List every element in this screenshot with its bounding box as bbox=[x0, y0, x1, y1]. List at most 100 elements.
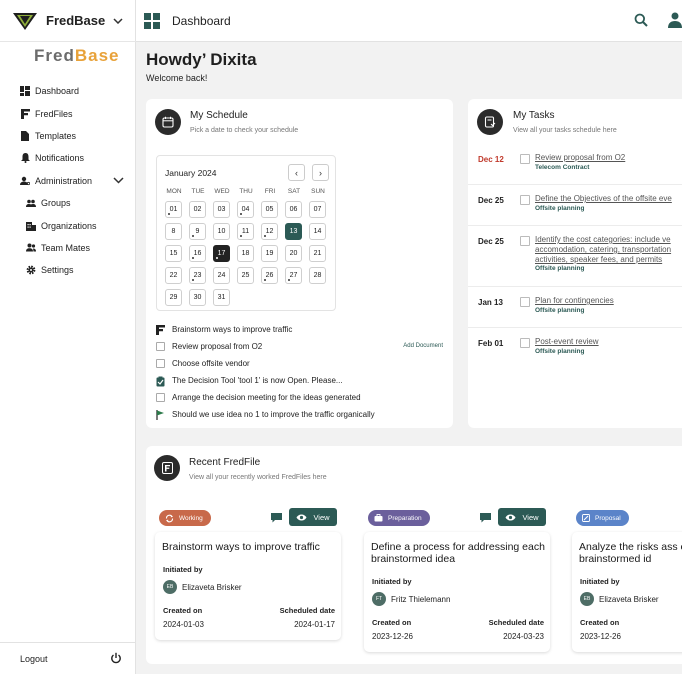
calendar-day[interactable]: 26 bbox=[261, 267, 278, 284]
checkbox[interactable] bbox=[156, 359, 165, 368]
sidebar-item-groups[interactable]: Groups bbox=[0, 192, 136, 214]
calendar-day-label: 07 bbox=[313, 206, 322, 213]
calendar-day[interactable]: 23 bbox=[189, 267, 206, 284]
calendar-next-button[interactable]: › bbox=[312, 164, 329, 181]
schedule-item[interactable]: Brainstorm ways to improve traffic bbox=[156, 322, 446, 337]
status-badge-label: Working bbox=[179, 514, 203, 522]
calendar-day[interactable]: 14 bbox=[309, 223, 326, 240]
sidebar-item-organizations[interactable]: Organizations bbox=[0, 214, 136, 236]
sidebar-item-dashboard[interactable]: Dashboard bbox=[0, 80, 136, 102]
calendar-day[interactable]: 13 bbox=[285, 223, 302, 240]
sidebar-item-team-mates[interactable]: Team Mates bbox=[0, 237, 136, 259]
initiator-name: Fritz Thielemann bbox=[391, 595, 451, 604]
checkbox[interactable] bbox=[156, 393, 165, 402]
comment-icon[interactable] bbox=[480, 513, 491, 523]
power-icon[interactable] bbox=[110, 652, 122, 664]
calendar-prev-button[interactable]: ‹ bbox=[288, 164, 305, 181]
view-button[interactable]: View bbox=[498, 508, 546, 526]
task-title[interactable]: Plan for contingencies bbox=[535, 296, 682, 306]
calendar-day-label: 30 bbox=[193, 294, 202, 301]
task-row[interactable]: Dec 25 Define the Objectives of the offsi… bbox=[468, 190, 682, 226]
calendar-day[interactable]: 06 bbox=[285, 201, 302, 218]
task-checkbox[interactable] bbox=[520, 297, 530, 307]
schedule-item[interactable]: The Decision Tool 'tool 1' is now Open. … bbox=[156, 373, 446, 388]
fredfile-card[interactable]: Preparation View Define a process for addr… bbox=[364, 486, 550, 652]
task-title[interactable]: Define the Objectives of the offsite eve bbox=[535, 194, 682, 204]
event-dot bbox=[240, 235, 242, 237]
task-date: Dec 25 bbox=[478, 196, 504, 205]
calendar-day[interactable]: 18 bbox=[237, 245, 254, 262]
schedule-item[interactable]: Should we use idea no 1 to improve the t… bbox=[156, 407, 446, 422]
fredfile-title[interactable]: Brainstorm ways to improve traffic bbox=[162, 541, 342, 553]
calendar-weekday: SAT bbox=[287, 188, 301, 195]
calendar-day[interactable]: 25 bbox=[237, 267, 254, 284]
task-row[interactable]: Dec 25 Identify the cost categories: incl… bbox=[468, 231, 682, 287]
task-row[interactable]: Feb 01 Post-event review Offsite planning bbox=[468, 333, 682, 369]
sidebar-item-settings[interactable]: Settings bbox=[0, 259, 136, 281]
fredfile-card[interactable]: Working View Brainstorm ways to improve tr… bbox=[155, 486, 341, 640]
calendar-day[interactable]: 29 bbox=[165, 289, 182, 306]
task-title[interactable]: Post-event review bbox=[535, 337, 682, 347]
view-button[interactable]: View bbox=[289, 508, 337, 526]
calendar-day[interactable]: 12 bbox=[261, 223, 278, 240]
calendar-day[interactable]: 21 bbox=[309, 245, 326, 262]
calendar-day[interactable]: 07 bbox=[309, 201, 326, 218]
calendar-day[interactable]: 11 bbox=[237, 223, 254, 240]
event-dot bbox=[288, 279, 290, 281]
task-title[interactable]: Review proposal from O2 bbox=[535, 153, 682, 163]
brand-switcher[interactable]: FredBase bbox=[0, 0, 136, 42]
task-checkbox[interactable] bbox=[520, 338, 530, 348]
calendar-day[interactable]: 22 bbox=[165, 267, 182, 284]
status-badge-label: Proposal bbox=[595, 514, 621, 522]
fredfile-title[interactable]: Analyze the risks ass each brainstormed … bbox=[579, 541, 682, 565]
calendar-day[interactable]: 05 bbox=[261, 201, 278, 218]
sidebar-item-administration[interactable]: Administration bbox=[0, 170, 136, 192]
calendar-day[interactable]: 02 bbox=[189, 201, 206, 218]
calendar-day[interactable]: 01 bbox=[165, 201, 182, 218]
task-row[interactable]: Jan 13 Plan for contingencies Offsite plan… bbox=[468, 292, 682, 328]
task-checkbox[interactable] bbox=[520, 236, 530, 246]
chevron-down-icon[interactable] bbox=[113, 177, 124, 184]
initiator-name: Elizaveta Brisker bbox=[182, 583, 242, 592]
comment-icon[interactable] bbox=[271, 513, 282, 523]
checkbox[interactable] bbox=[156, 342, 165, 351]
recent-fredfile-card: Recent FredFile View all your recently w… bbox=[146, 446, 682, 664]
fredfile-icon bbox=[154, 455, 180, 481]
calendar-day[interactable]: 27 bbox=[285, 267, 302, 284]
task-checkbox[interactable] bbox=[520, 154, 530, 164]
task-checkbox[interactable] bbox=[520, 195, 530, 205]
task-title[interactable]: Identify the cost categories: include ve… bbox=[535, 235, 682, 265]
logout-button[interactable]: Logout bbox=[0, 642, 136, 674]
event-dot bbox=[192, 257, 194, 259]
calendar-day[interactable]: 04 bbox=[237, 201, 254, 218]
calendar-day[interactable]: 19 bbox=[261, 245, 278, 262]
sidebar-item-fredfiles[interactable]: FredFiles bbox=[0, 102, 136, 124]
calendar-day[interactable]: 15 bbox=[165, 245, 182, 262]
calendar-day[interactable]: 8 bbox=[165, 223, 182, 240]
schedule-item-text: The Decision Tool 'tool 1' is now Open. … bbox=[172, 376, 343, 385]
calendar-day[interactable]: 16 bbox=[189, 245, 206, 262]
fredfile-card[interactable]: Proposal Analyze the risks ass each brain… bbox=[572, 486, 682, 652]
user-icon[interactable] bbox=[668, 12, 682, 28]
eye-icon bbox=[505, 514, 516, 520]
calendar-day-label: 12 bbox=[265, 228, 274, 235]
calendar-day[interactable]: 30 bbox=[189, 289, 206, 306]
calendar-day[interactable]: 20 bbox=[285, 245, 302, 262]
calendar-day[interactable]: 9 bbox=[189, 223, 206, 240]
calendar-day[interactable]: 03 bbox=[213, 201, 230, 218]
calendar-day[interactable]: 17 bbox=[213, 245, 230, 262]
calendar-day[interactable]: 24 bbox=[213, 267, 230, 284]
calendar-day[interactable]: 10 bbox=[213, 223, 230, 240]
fredfile-title[interactable]: Define a process for addressing each bra… bbox=[371, 541, 551, 565]
calendar-day[interactable]: 31 bbox=[213, 289, 230, 306]
sidebar-item-notifications[interactable]: Notifications bbox=[0, 147, 136, 169]
search-icon[interactable] bbox=[634, 13, 648, 27]
task-row[interactable]: Dec 12 Review proposal from O2 Telecom Con… bbox=[468, 149, 682, 185]
sidebar-item-templates[interactable]: Templates bbox=[0, 125, 136, 147]
calendar-day[interactable]: 28 bbox=[309, 267, 326, 284]
calendar-day-label: 26 bbox=[265, 272, 274, 279]
add-document-link[interactable]: Add Document bbox=[403, 343, 443, 349]
schedule-title: My Schedule bbox=[190, 110, 248, 121]
schedule-item[interactable]: Choose offsite vendor bbox=[156, 356, 446, 371]
schedule-item[interactable]: Arrange the decision meeting for the ide… bbox=[156, 390, 446, 405]
